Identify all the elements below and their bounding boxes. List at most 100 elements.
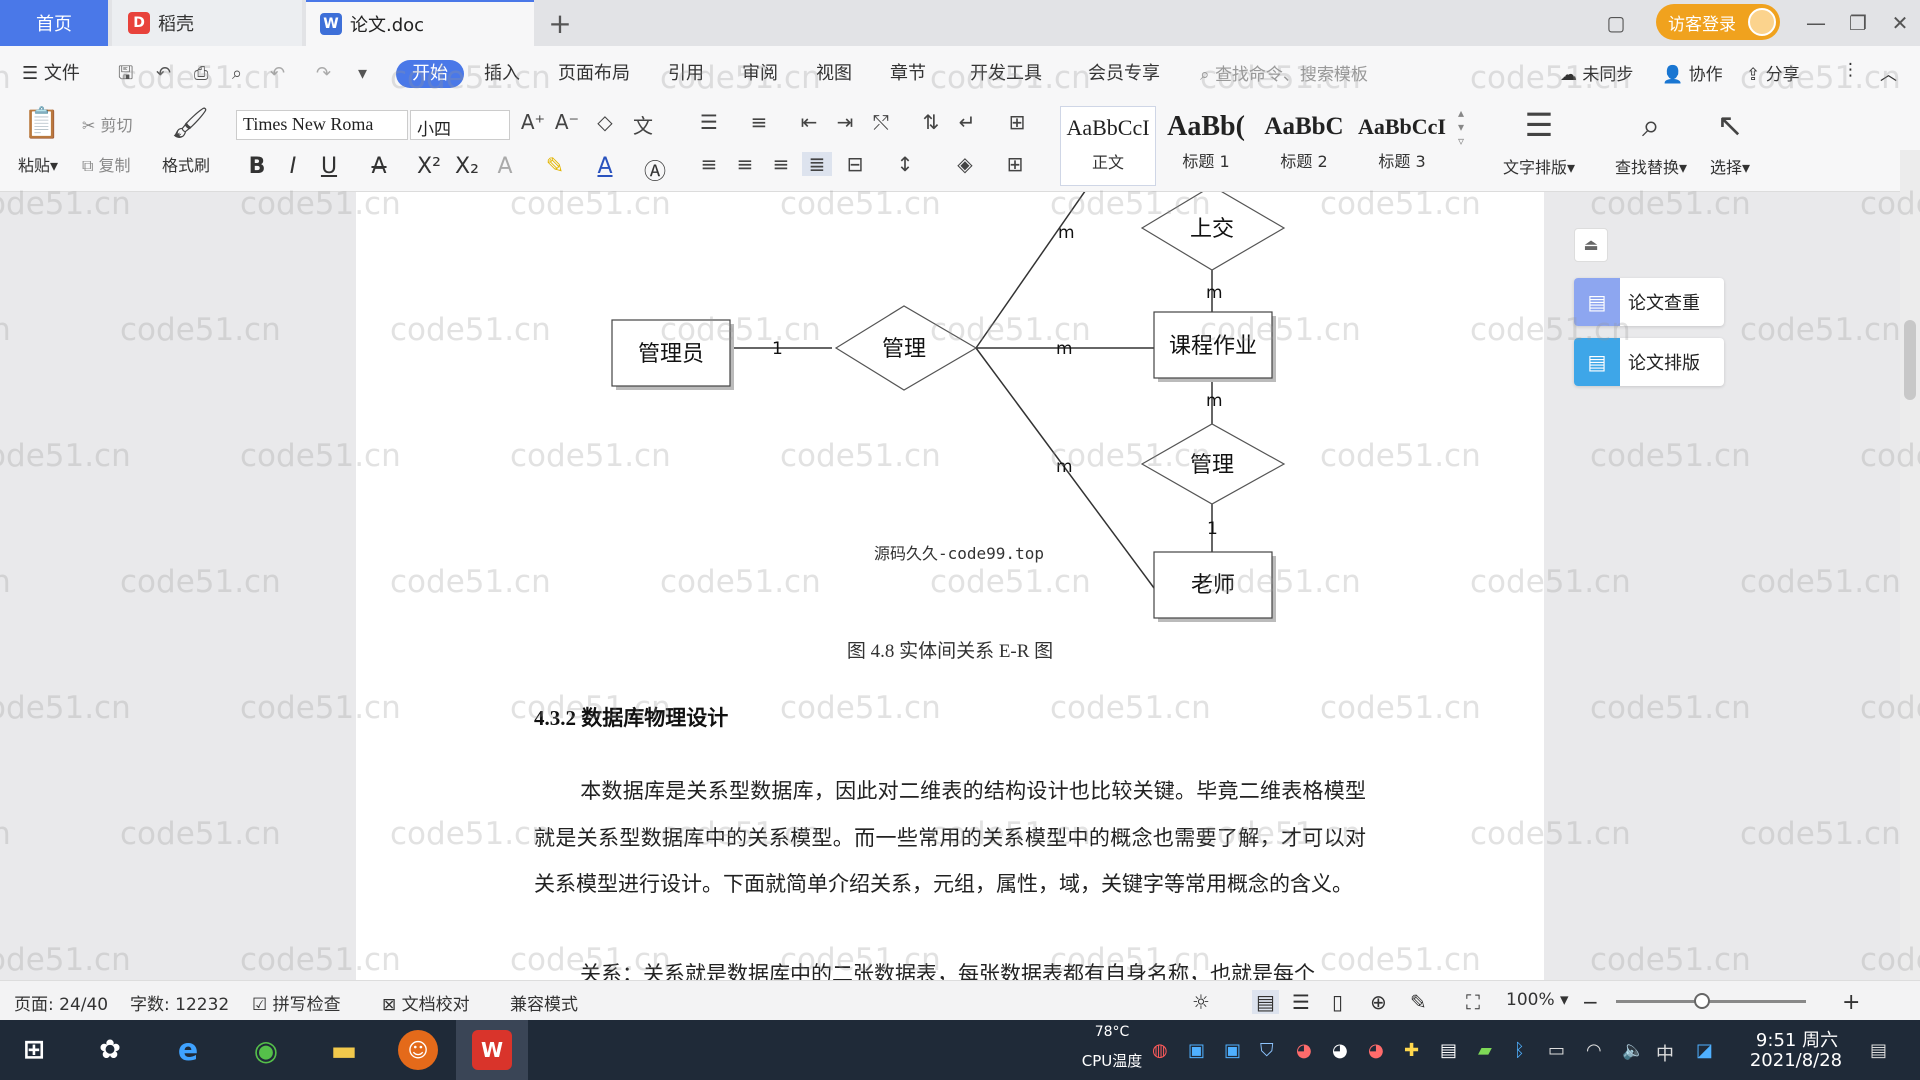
text-layout-button[interactable]: ☰ 文字排版▾ [1494, 106, 1584, 178]
distributed-icon[interactable]: ⊟ [840, 152, 870, 176]
zoom-in-icon[interactable]: + [1842, 990, 1860, 1015]
visitor-login-button[interactable]: 访客登录 [1656, 4, 1780, 40]
font-size-select[interactable]: 小四 [410, 110, 510, 140]
sort-icon[interactable]: ⇅ [916, 110, 946, 134]
select-button[interactable]: ↖ 选择▾ [1690, 106, 1770, 178]
line-spacing-icon[interactable]: ↕ [890, 152, 920, 176]
page-indicator[interactable]: 页面: 24/40 [14, 990, 108, 1015]
360-browser-icon[interactable]: ◉ [246, 1030, 286, 1070]
grow-font-icon[interactable]: A⁺ [518, 110, 548, 134]
paste-button[interactable]: 粘贴▾ [18, 152, 58, 176]
page-view-icon[interactable]: ▤ [1252, 990, 1279, 1014]
redo-icon[interactable]: ↷ [316, 60, 331, 88]
word-count[interactable]: 字数: 12232 [130, 990, 229, 1015]
decrease-indent-icon[interactable]: ⇤ [794, 110, 824, 134]
layout-toggle-icon[interactable]: ▢ [1596, 6, 1636, 40]
menu-page-layout[interactable]: 页面布局 [558, 60, 630, 88]
align-center-icon[interactable]: ≡ [730, 152, 760, 176]
quick-access-dropdown-icon[interactable]: ▾ [358, 60, 367, 88]
align-right-icon[interactable]: ≡ [766, 152, 796, 176]
style-scroll-icon[interactable]: ▴ ▾ ▿ [1456, 106, 1466, 148]
zoom-out-icon[interactable]: − [1582, 990, 1599, 1014]
shrink-font-icon[interactable]: A⁻ [552, 110, 582, 134]
tray-qq-icon[interactable]: ◕ [1332, 1040, 1348, 1061]
windows-start-icon[interactable]: ⊞ [14, 1030, 54, 1070]
zoom-slider-handle[interactable] [1693, 993, 1710, 1009]
wps-office-icon[interactable]: W [472, 1030, 512, 1070]
chinese-layout-icon[interactable]: ⤲ [866, 110, 896, 134]
tab-stops-icon[interactable]: ⊞ [1002, 110, 1032, 134]
file-explorer-icon[interactable]: ▬ [324, 1030, 364, 1070]
menu-review[interactable]: 审阅 [742, 60, 778, 88]
menu-developer[interactable]: 开发工具 [970, 60, 1042, 88]
restore-icon[interactable]: ❐ [1838, 6, 1878, 40]
notification-icon[interactable]: ▤ [1870, 1040, 1887, 1061]
document-area[interactable]: 管理员 课程作业 老师 管理 上交 管理 1 m m m m m 1 源码久久-… [0, 192, 1920, 980]
menu-member[interactable]: 会员专享 [1088, 60, 1160, 88]
tray-monitor-icon[interactable]: ▣ [1224, 1040, 1241, 1061]
paste-icon[interactable]: 📋 [22, 106, 62, 141]
menu-insert[interactable]: 插入 [484, 60, 520, 88]
cut-button[interactable]: ✂ 剪切 [82, 112, 133, 136]
numbering-icon[interactable]: ≡ [744, 110, 774, 134]
format-painter-icon[interactable]: 🖌 [168, 106, 212, 141]
style-heading-2[interactable]: AaBbC 标题 2 [1256, 106, 1352, 186]
pen-icon[interactable]: ✎ [1410, 990, 1427, 1014]
tray-green-icon[interactable]: ▤ [1440, 1040, 1457, 1061]
tab-home[interactable]: 首页 [0, 0, 108, 46]
clock-time[interactable]: 9:51 周六 [1752, 1026, 1842, 1052]
menu-view[interactable]: 视图 [816, 60, 852, 88]
superscript-icon[interactable]: X² [414, 154, 444, 179]
ie-browser-icon[interactable]: e [168, 1030, 208, 1070]
collaborate-button[interactable]: 👤 协作 [1662, 60, 1723, 85]
menu-references[interactable]: 引用 [668, 60, 704, 88]
font-name-select[interactable]: Times New Roma [236, 110, 408, 140]
strikethrough-icon[interactable]: A [364, 154, 394, 179]
reading-view-icon[interactable]: ▯ [1332, 990, 1343, 1014]
thesis-layout-button[interactable]: ▤ 论文排版 [1574, 338, 1724, 386]
char-border-icon[interactable]: Ⓐ [640, 154, 670, 186]
share-button[interactable]: ⇪ 分享 [1746, 60, 1800, 85]
menu-chapter[interactable]: 章节 [890, 60, 926, 88]
print-preview-icon[interactable]: ⌕ [232, 60, 242, 88]
align-left-icon[interactable]: ≡ [694, 152, 724, 176]
spell-check-button[interactable]: ☑ 拼写检查 [252, 990, 341, 1015]
save-icon[interactable]: 🖫 [118, 60, 133, 88]
shading-icon[interactable]: ◈ [950, 152, 980, 176]
bullets-icon[interactable]: ☰ [694, 110, 724, 134]
style-heading-3[interactable]: AaBbCcI 标题 3 [1354, 106, 1450, 186]
highlight-icon[interactable]: ✎ [540, 154, 570, 179]
format-painter-button[interactable]: 格式刷 [162, 152, 210, 176]
clear-format-icon[interactable]: ◇ [590, 110, 620, 134]
tab-daoke[interactable]: D 稻壳 [112, 0, 302, 46]
game-app-icon[interactable]: ☺ [398, 1030, 438, 1070]
italic-icon[interactable]: I [278, 154, 308, 179]
font-color-icon[interactable]: A [590, 154, 620, 179]
phonetic-icon[interactable]: 文 [628, 110, 658, 139]
eye-protect-icon[interactable]: ☼ [1192, 990, 1210, 1014]
volume-icon[interactable]: 🔈 [1622, 1040, 1644, 1061]
fit-page-icon[interactable]: ⛶ [1466, 990, 1480, 1014]
side-panel-collapse-icon[interactable]: ⏏ [1574, 228, 1608, 262]
proofread-button[interactable]: ⊠ 文档校对 [382, 990, 470, 1015]
tray-plus-icon[interactable]: ✚ [1404, 1040, 1419, 1061]
thesis-check-button[interactable]: ▤ 论文查重 [1574, 278, 1724, 326]
minimize-icon[interactable]: — [1796, 6, 1836, 40]
print-icon[interactable]: ⎙ [194, 60, 208, 88]
style-normal[interactable]: AaBbCcI 正文 [1060, 106, 1156, 186]
ime-app-icon[interactable]: ◪ [1696, 1040, 1713, 1061]
wifi-icon[interactable]: ◠ [1586, 1040, 1602, 1061]
menu-start[interactable]: 开始 [396, 60, 464, 88]
style-heading-1[interactable]: AaBb( 标题 1 [1158, 106, 1254, 186]
document-page[interactable]: 管理员 课程作业 老师 管理 上交 管理 1 m m m m m 1 源码久久-… [356, 192, 1544, 980]
undo-disabled-icon[interactable]: ↶ [270, 60, 285, 88]
tray-qq2-icon[interactable]: ◕ [1368, 1040, 1384, 1061]
text-effect-icon[interactable]: A [490, 154, 520, 179]
sync-status[interactable]: ☁ 未同步 [1560, 60, 1633, 85]
undo-icon[interactable]: ↶ [156, 60, 171, 88]
underline-icon[interactable]: U [314, 154, 344, 179]
tray-app-icon[interactable]: ◍ [1152, 1040, 1168, 1061]
copy-button[interactable]: ⧉ 复制 [82, 152, 131, 176]
clock-date[interactable]: 2021/8/28 [1736, 1050, 1856, 1071]
command-search[interactable]: ⌕ 查找命令、搜索模板 [1200, 60, 1368, 85]
